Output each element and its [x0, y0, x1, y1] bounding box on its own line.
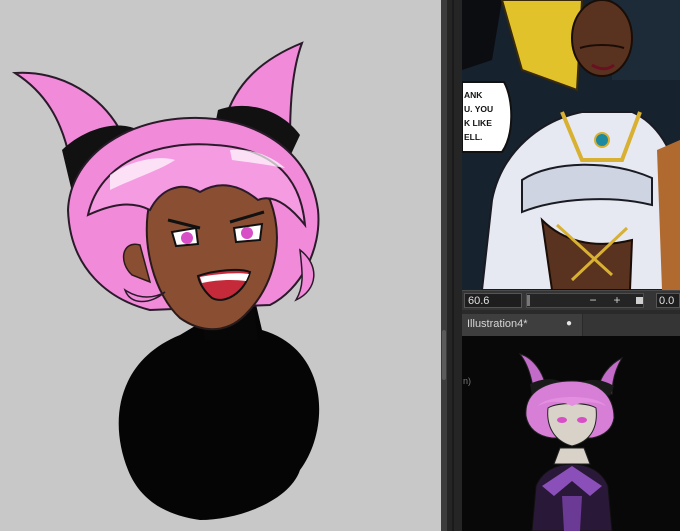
tab-title: Illustration4*: [467, 318, 528, 330]
plus-icon[interactable]: +: [610, 293, 624, 308]
zoom-slider-thumb[interactable]: [527, 295, 530, 306]
rotation-input[interactable]: 0.0: [656, 293, 680, 308]
right-iris: [241, 227, 253, 239]
speech-line: ELL.: [464, 132, 482, 142]
navigator-toolbar: 60.6 − + 0.0: [462, 290, 680, 311]
zoom-input[interactable]: 60.6: [464, 293, 522, 308]
reference-head: [571, 0, 633, 77]
tab-illustration4[interactable]: Illustration4* ●: [462, 314, 583, 336]
dot-icon[interactable]: ●: [566, 317, 572, 331]
reference-image: ANK U. YOU K LIKE ELL.: [462, 0, 680, 290]
gem: [594, 132, 610, 148]
left-iris: [181, 232, 193, 244]
navigator-preview[interactable]: ANK U. YOU K LIKE ELL.: [462, 0, 680, 290]
speech-line: K LIKE: [464, 118, 492, 128]
subview-tab-bar: Illustration4* ●: [462, 314, 680, 336]
subview-artwork: [518, 353, 624, 531]
drawing-canvas[interactable]: [0, 0, 441, 531]
speech-line: ANK: [464, 90, 483, 100]
subview-panel[interactable]: n): [462, 336, 680, 531]
minus-icon[interactable]: −: [586, 293, 600, 308]
speech-line: U. YOU: [464, 104, 493, 114]
square-icon[interactable]: [632, 293, 646, 308]
panel-gutter: [447, 0, 462, 531]
clipped-label: n): [463, 376, 472, 386]
splitter-grip[interactable]: [442, 330, 446, 380]
gutter-rail: [452, 0, 454, 531]
zoom-slider[interactable]: [526, 293, 644, 308]
character-artwork: [11, 41, 320, 520]
